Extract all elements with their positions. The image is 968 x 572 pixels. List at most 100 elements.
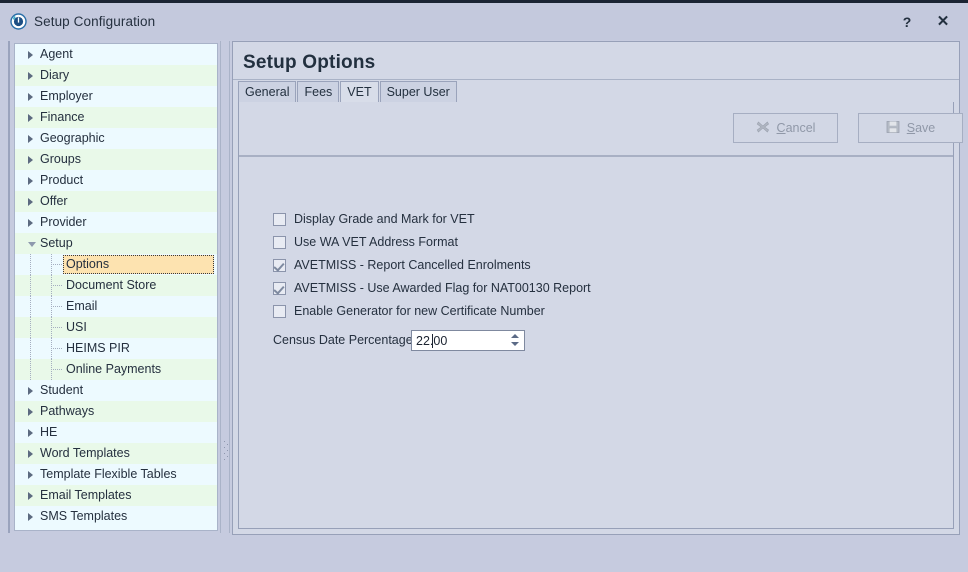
text-caret (432, 334, 433, 348)
tree-item-label: Provider (40, 212, 87, 233)
tree-item-template-flexible-tables[interactable]: Template Flexible Tables (15, 464, 217, 485)
checkbox-row-enable-generator-for-new-certificate-number[interactable]: Enable Generator for new Certificate Num… (273, 302, 873, 325)
chevron-right-icon[interactable] (28, 492, 33, 500)
tree-item-employer[interactable]: Employer (15, 86, 217, 107)
tree-item-diary[interactable]: Diary (15, 65, 217, 86)
tree-item-he[interactable]: HE (15, 422, 217, 443)
tree-item-sms-templates[interactable]: SMS Templates (15, 506, 217, 527)
action-toolbar: Cancel Save (239, 102, 953, 155)
checkbox-row-avetmiss-use-awarded-flag-for-nat00130-report[interactable]: AVETMISS - Use Awarded Flag for NAT00130… (273, 279, 873, 302)
chevron-right-icon[interactable] (28, 72, 33, 80)
chevron-right-icon[interactable] (28, 450, 33, 458)
stepper-buttons[interactable] (507, 332, 523, 349)
tree-item-setup[interactable]: Setup (15, 233, 217, 254)
tree-item-label: Diary (40, 65, 69, 86)
save-button[interactable]: Save (858, 113, 963, 143)
tab-strip: General Fees VET Super User (238, 81, 954, 103)
tree-item-options[interactable]: Options (15, 254, 217, 275)
tree-item-email[interactable]: Email (15, 296, 217, 317)
checkbox-avetmiss-use-awarded-flag-for-nat00130-report[interactable] (273, 282, 286, 295)
cancel-x-icon (756, 116, 770, 130)
tree-item-label: USI (66, 317, 87, 338)
tree-item-label: Product (40, 170, 83, 191)
checkbox-display-grade-and-mark-for-vet[interactable] (273, 213, 286, 226)
chevron-right-icon[interactable] (28, 387, 33, 395)
tree-item-label: Email (66, 296, 97, 317)
tree-item-label: Template Flexible Tables (40, 464, 177, 485)
tree-item-label: Student (40, 380, 83, 401)
tree-item-product[interactable]: Product (15, 170, 217, 191)
tree-item-finance[interactable]: Finance (15, 107, 217, 128)
checkbox-row-use-wa-vet-address-format[interactable]: Use WA VET Address Format (273, 233, 873, 256)
tree-item-label: Email Templates (40, 485, 131, 506)
tab-vet[interactable]: VET (340, 81, 378, 102)
chevron-right-icon[interactable] (28, 135, 33, 143)
tree-item-usi[interactable]: USI (15, 317, 217, 338)
vet-tab-page: Cancel Save Display Grade and Mark for V… (238, 102, 954, 529)
checkbox-row-avetmiss-report-cancelled-enrolments[interactable]: AVETMISS - Report Cancelled Enrolments (273, 256, 873, 279)
tab-general[interactable]: General (238, 81, 296, 102)
tree-item-label: Geographic (40, 128, 105, 149)
tree-item-email-templates[interactable]: Email Templates (15, 485, 217, 506)
tree-item-label: Online Payments (66, 359, 161, 380)
help-button[interactable]: ? (897, 13, 917, 31)
tree-item-label: Setup (40, 233, 73, 254)
chevron-right-icon[interactable] (28, 177, 33, 185)
chevron-right-icon[interactable] (28, 114, 33, 122)
tree-item-groups[interactable]: Groups (15, 149, 217, 170)
tab-label: Super User (387, 85, 450, 99)
content-panel: Setup Options General Fees VET Super User C… (232, 41, 960, 535)
splitter-grip[interactable] (224, 439, 228, 465)
tree-item-pathways[interactable]: Pathways (15, 401, 217, 422)
chevron-right-icon[interactable] (28, 513, 33, 521)
checkbox-use-wa-vet-address-format[interactable] (273, 236, 286, 249)
setup-configuration-window: Setup Configuration ? ✕ AgentDiaryEmploy… (0, 0, 968, 572)
tree-item-online-payments[interactable]: Online Payments (15, 359, 217, 380)
chevron-right-icon[interactable] (28, 51, 33, 59)
toolbar-divider (239, 155, 953, 157)
checkbox-row-display-grade-and-mark-for-vet[interactable]: Display Grade and Mark for VET (273, 210, 873, 233)
tree-item-heims-pir[interactable]: HEIMS PIR (15, 338, 217, 359)
census-date-percentage-stepper[interactable]: 22.00 (411, 330, 525, 351)
cancel-button-label: ancel (786, 121, 816, 135)
navigation-tree-panel: AgentDiaryEmployerFinanceGeographicGroup… (8, 41, 220, 533)
navigation-tree[interactable]: AgentDiaryEmployerFinanceGeographicGroup… (14, 43, 218, 531)
tree-item-label: Employer (40, 86, 93, 107)
panel-splitter[interactable] (220, 41, 232, 533)
stepper-up-icon[interactable] (511, 334, 519, 338)
tree-item-agent[interactable]: Agent (15, 44, 217, 65)
chevron-right-icon[interactable] (28, 429, 33, 437)
chevron-right-icon[interactable] (28, 93, 33, 101)
checkbox-label: Display Grade and Mark for VET (294, 210, 475, 228)
cancel-button[interactable]: Cancel (733, 113, 838, 143)
chevron-right-icon[interactable] (28, 219, 33, 227)
chevron-down-icon[interactable] (28, 242, 36, 247)
chevron-right-icon[interactable] (28, 198, 33, 206)
page-title: Setup Options (243, 52, 375, 74)
checkbox-enable-generator-for-new-certificate-number[interactable] (273, 305, 286, 318)
tree-item-word-templates[interactable]: Word Templates (15, 443, 217, 464)
tree-guide-elbow (51, 327, 62, 329)
chevron-right-icon[interactable] (28, 408, 33, 416)
close-button[interactable]: ✕ (933, 13, 953, 31)
tree-item-label: HE (40, 422, 57, 443)
tree-item-geographic[interactable]: Geographic (15, 128, 217, 149)
tab-label: Fees (304, 85, 332, 99)
tree-item-label: Finance (40, 107, 84, 128)
tree-item-offer[interactable]: Offer (15, 191, 217, 212)
chevron-right-icon[interactable] (28, 156, 33, 164)
tree-guide-line (30, 359, 32, 380)
save-button-mnemonic: S (907, 121, 915, 135)
vet-options-group: Display Grade and Mark for VET Use WA VET… (273, 210, 873, 325)
stepper-down-icon[interactable] (511, 342, 519, 346)
tab-super-user[interactable]: Super User (380, 81, 457, 102)
tab-fees[interactable]: Fees (297, 81, 339, 102)
tree-item-document-store[interactable]: Document Store (15, 275, 217, 296)
checkbox-label: AVETMISS - Report Cancelled Enrolments (294, 256, 531, 274)
chevron-right-icon[interactable] (28, 471, 33, 479)
checkbox-label: AVETMISS - Use Awarded Flag for NAT00130… (294, 279, 591, 297)
checkbox-avetmiss-report-cancelled-enrolments[interactable] (273, 259, 286, 272)
checkbox-label: Use WA VET Address Format (294, 233, 458, 251)
tree-item-student[interactable]: Student (15, 380, 217, 401)
tree-item-provider[interactable]: Provider (15, 212, 217, 233)
